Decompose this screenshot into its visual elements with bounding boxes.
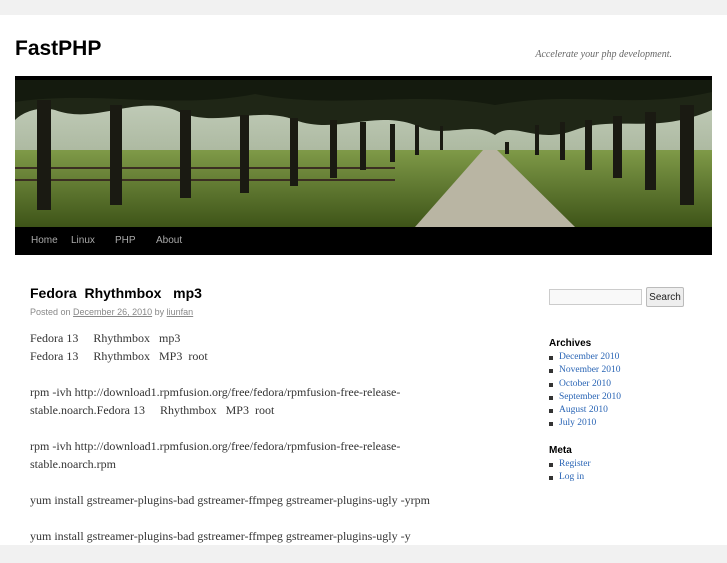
archive-item: November 2010 bbox=[549, 364, 621, 377]
archive-item: October 2010 bbox=[549, 378, 621, 391]
archive-link[interactable]: December 2010 bbox=[559, 352, 619, 362]
meta-title: Meta bbox=[549, 445, 572, 456]
post-author-link[interactable]: liunfan bbox=[167, 307, 194, 317]
archives-list: December 2010 November 2010 October 2010… bbox=[549, 351, 621, 431]
nav-item-php[interactable]: PHP bbox=[115, 227, 136, 255]
site-description: Accelerate your php development. bbox=[535, 49, 672, 60]
nav-item-home[interactable]: Home bbox=[31, 227, 58, 255]
post-paragraph: rpm -ivh http://download1.rpmfusion.org/… bbox=[30, 439, 401, 471]
login-link[interactable]: Log in bbox=[559, 472, 584, 482]
archive-link[interactable]: October 2010 bbox=[559, 379, 611, 389]
header-image bbox=[15, 80, 712, 227]
meta-list: Register Log in bbox=[549, 458, 591, 485]
meta-item: Log in bbox=[549, 471, 591, 484]
archive-link[interactable]: July 2010 bbox=[559, 418, 596, 428]
post-meta: Posted on December 26, 2010 by liunfan bbox=[30, 307, 480, 317]
main-navigation: Home Linux PHP About bbox=[15, 227, 712, 255]
nav-item-linux[interactable]: Linux bbox=[71, 227, 95, 255]
archive-link[interactable]: August 2010 bbox=[559, 405, 608, 415]
post-paragraph: rpm -ivh http://download1.rpmfusion.org/… bbox=[30, 385, 401, 417]
archive-item: July 2010 bbox=[549, 417, 621, 430]
page: FastPHP Accelerate your php development. bbox=[0, 15, 727, 545]
archive-link[interactable]: November 2010 bbox=[559, 365, 620, 375]
archives-title: Archives bbox=[549, 338, 592, 349]
search-input[interactable] bbox=[549, 289, 642, 305]
archive-item: December 2010 bbox=[549, 351, 621, 364]
post-paragraph: yum install gstreamer-plugins-bad gstrea… bbox=[30, 493, 430, 507]
by-label: by bbox=[154, 307, 165, 317]
archive-item: September 2010 bbox=[549, 391, 621, 404]
post-date-link[interactable]: December 26, 2010 bbox=[73, 307, 152, 317]
archive-item: August 2010 bbox=[549, 404, 621, 417]
post: Fedora Rhythmbox mp3 Posted on December … bbox=[30, 285, 480, 563]
post-paragraph: yum install gstreamer-plugins-bad gstrea… bbox=[30, 529, 411, 543]
archive-link[interactable]: September 2010 bbox=[559, 392, 621, 402]
post-title[interactable]: Fedora Rhythmbox mp3 bbox=[30, 285, 480, 301]
register-link[interactable]: Register bbox=[559, 459, 591, 469]
search-button[interactable]: Search bbox=[646, 287, 684, 307]
post-content: Fedora 13 Rhythmbox mp3 Fedora 13 Rhythm… bbox=[30, 329, 480, 545]
nav-item-about[interactable]: About bbox=[156, 227, 182, 255]
meta-item: Register bbox=[549, 458, 591, 471]
post-paragraph: Fedora 13 Rhythmbox mp3 Fedora 13 Rhythm… bbox=[30, 331, 208, 363]
posted-on-label: Posted on bbox=[30, 307, 71, 317]
site-title[interactable]: FastPHP bbox=[15, 37, 101, 61]
